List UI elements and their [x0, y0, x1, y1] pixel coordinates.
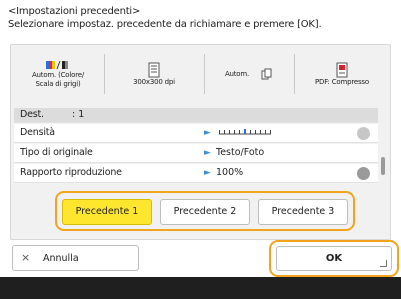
- pdf-icon: [336, 62, 348, 77]
- arrow-icon: ►: [204, 148, 211, 158]
- density-scale-icon: [219, 129, 271, 135]
- divider: [204, 54, 205, 94]
- preset-1-button[interactable]: Precedente 1: [62, 199, 152, 225]
- file-format-label: PDF: Compresso: [315, 77, 369, 86]
- divider: [104, 54, 105, 94]
- ok-label: OK: [325, 253, 343, 264]
- list-item-value: 100%: [216, 167, 244, 178]
- instruction-text: Selezionare impostaz. precedente da rich…: [8, 19, 322, 30]
- scrollbar-thumb[interactable]: [381, 157, 385, 175]
- resolution-setting: 300x300 dpi: [106, 48, 202, 100]
- divider: [294, 54, 295, 94]
- copy-mode-setting: Autom.: [206, 48, 292, 100]
- copy-mode-label: Autom.: [224, 69, 250, 78]
- color-mode-setting: Autom. (Colore/ Scala di grigi): [14, 48, 102, 100]
- destination-row: Dest. : 1: [14, 108, 378, 123]
- settings-list: Dest. : 1 Densità ► Tipo di originale ► …: [14, 108, 388, 187]
- arrow-icon: ►: [204, 128, 211, 138]
- header: <Impostazioni precedenti> Selezionare im…: [8, 5, 398, 31]
- list-item: Rapporto riproduzione ► 100%: [14, 164, 378, 183]
- color-mode-label-2: Scala di grigi): [35, 80, 81, 88]
- list-item: Tipo di originale ► Testo/Foto: [14, 144, 378, 163]
- corner-indicator-icon: [380, 260, 387, 267]
- circle-icon: [357, 127, 370, 140]
- color-mode-icon: [46, 60, 68, 70]
- resolution-icon: [148, 62, 160, 77]
- ok-button[interactable]: OK: [276, 246, 392, 271]
- cancel-label: Annulla: [43, 253, 79, 264]
- page-title: <Impostazioni precedenti>: [8, 6, 141, 17]
- destination-label: Dest.: [20, 109, 44, 120]
- circle-icon: [357, 167, 370, 180]
- list-item-value: Testo/Foto: [216, 147, 265, 158]
- preset-group: Precedente 1 Precedente 2 Precedente 3: [55, 191, 355, 231]
- destination-value: : 1: [72, 109, 85, 120]
- list-item-label: Rapporto riproduzione: [20, 167, 122, 178]
- close-icon: ×: [21, 251, 31, 264]
- color-mode-label-1: Autom. (Colore/: [31, 71, 85, 79]
- footer-bar: [0, 277, 401, 299]
- settings-icon-row: Autom. (Colore/ Scala di grigi) 300x300 …: [14, 48, 388, 100]
- arrow-icon: ►: [204, 168, 211, 178]
- list-item-label: Densità: [20, 127, 55, 138]
- resolution-label: 300x300 dpi: [133, 77, 175, 86]
- file-format-setting: PDF: Compresso: [296, 48, 388, 100]
- list-item-label: Tipo di originale: [20, 147, 93, 158]
- preset-3-button[interactable]: Precedente 3: [258, 199, 348, 225]
- copy-icon: [261, 68, 272, 80]
- cancel-button[interactable]: × Annulla: [12, 245, 139, 271]
- preset-2-button[interactable]: Precedente 2: [160, 199, 250, 225]
- list-item: Densità ►: [14, 124, 378, 143]
